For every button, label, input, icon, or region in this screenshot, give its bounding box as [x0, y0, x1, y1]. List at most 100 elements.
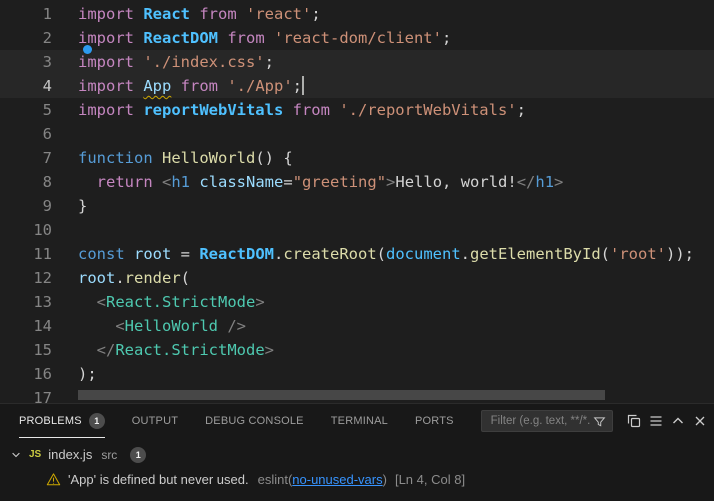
close-panel-icon[interactable]: [689, 410, 711, 432]
code-text: [52, 122, 78, 146]
problem-item-row[interactable]: 'App' is defined but never used. eslint(…: [0, 467, 714, 492]
code-line[interactable]: 16);: [0, 362, 714, 386]
code-line[interactable]: 6: [0, 122, 714, 146]
code-lines: 1import React from 'react';2import React…: [0, 2, 714, 403]
bottom-panel: PROBLEMS 1 OUTPUT DEBUG CONSOLE TERMINAL…: [0, 403, 714, 501]
problem-file-path: src: [101, 448, 117, 462]
line-number: 6: [0, 122, 52, 146]
code-text: import React from 'react';: [52, 2, 321, 26]
code-line[interactable]: 4import App from './App';: [0, 74, 714, 98]
code-token: './App': [227, 77, 292, 95]
code-line[interactable]: 11const root = ReactDOM.createRoot(docum…: [0, 242, 714, 266]
tab-terminal[interactable]: TERMINAL: [331, 404, 388, 438]
code-token: <: [97, 293, 106, 311]
problems-filter-box[interactable]: [481, 410, 613, 432]
code-token: createRoot: [283, 245, 376, 263]
code-token: [78, 293, 97, 311]
code-token: (: [181, 269, 190, 287]
code-token: .: [274, 245, 283, 263]
code-line[interactable]: 1import React from 'react';: [0, 2, 714, 26]
code-token: const: [78, 245, 134, 263]
code-token: [78, 173, 97, 191]
code-token: reportWebVitals: [143, 101, 292, 119]
line-number: 17: [0, 386, 52, 403]
line-number: 10: [0, 218, 52, 242]
code-token: from: [199, 5, 246, 23]
horizontal-scrollbar[interactable]: [78, 390, 605, 400]
code-line[interactable]: 5import reportWebVitals from './reportWe…: [0, 98, 714, 122]
line-number: 15: [0, 338, 52, 362]
tab-ports[interactable]: PORTS: [415, 404, 454, 438]
maximize-panel-icon[interactable]: [667, 410, 689, 432]
code-token: <: [162, 173, 171, 191]
problems-file-row[interactable]: JS index.js src 1: [0, 442, 714, 467]
code-token: ));: [666, 245, 694, 263]
code-line[interactable]: 15 </React.StrictMode>: [0, 338, 714, 362]
code-line[interactable]: 8 return <h1 className="greeting">Hello,…: [0, 170, 714, 194]
code-token: [78, 341, 97, 359]
code-token: className: [199, 173, 283, 191]
code-token: App: [143, 77, 171, 95]
code-token: import: [78, 53, 143, 71]
line-number: 12: [0, 266, 52, 290]
code-token: [190, 173, 199, 191]
code-token: h1: [535, 173, 554, 191]
code-line[interactable]: 9}: [0, 194, 714, 218]
line-number: 3: [0, 50, 52, 74]
line-number: 5: [0, 98, 52, 122]
problem-message: 'App' is defined but never used.: [68, 472, 249, 487]
code-token: () {: [255, 149, 292, 167]
collapse-all-icon[interactable]: [645, 410, 667, 432]
code-token: 'root': [610, 245, 666, 263]
code-token: ;: [311, 5, 320, 23]
code-text: </React.StrictMode>: [52, 338, 274, 362]
code-line[interactable]: 2import ReactDOM from 'react-dom/client'…: [0, 26, 714, 50]
code-token: root: [78, 269, 115, 287]
problem-source-prefix: eslint(: [258, 472, 293, 487]
javascript-file-icon: JS: [29, 449, 41, 460]
line-number: 16: [0, 362, 52, 386]
chevron-down-icon[interactable]: [8, 447, 24, 463]
code-token: </: [97, 341, 116, 359]
code-text: <React.StrictMode>: [52, 290, 265, 314]
code-line[interactable]: 7function HelloWorld() {: [0, 146, 714, 170]
code-token: ReactDOM: [199, 245, 274, 263]
code-token: './reportWebVitals': [339, 101, 516, 119]
code-editor[interactable]: 1import React from 'react';2import React…: [0, 0, 714, 403]
code-line[interactable]: 14 <HelloWorld />: [0, 314, 714, 338]
code-token: >: [265, 341, 274, 359]
code-token: document: [386, 245, 461, 263]
code-token: ;: [265, 53, 274, 71]
code-token: =: [181, 245, 200, 263]
code-token: ;: [293, 77, 302, 95]
code-token: }: [78, 197, 87, 215]
filter-input[interactable]: [489, 414, 592, 428]
file-problem-count-badge: 1: [130, 447, 146, 463]
panel-actions: [623, 410, 711, 432]
filter-icon[interactable]: [592, 413, 608, 429]
remote-cursor-dot-icon: [83, 45, 92, 54]
code-line[interactable]: 3 import './index.css';: [0, 50, 714, 74]
code-token: HelloWorld: [162, 149, 255, 167]
code-text: }: [52, 194, 87, 218]
code-token: />: [218, 317, 246, 335]
code-line[interactable]: 12root.render(: [0, 266, 714, 290]
problem-rule-link[interactable]: no-unused-vars: [292, 472, 382, 487]
line-number: 13: [0, 290, 52, 314]
code-token: getElementById: [470, 245, 601, 263]
code-text: import ReactDOM from 'react-dom/client';: [52, 26, 451, 50]
code-token: >: [554, 173, 563, 191]
code-token: <: [115, 317, 124, 335]
code-token: './index.css': [143, 53, 264, 71]
tab-debug-console[interactable]: DEBUG CONSOLE: [205, 404, 304, 438]
code-token: [171, 77, 180, 95]
code-token: import: [78, 5, 143, 23]
warning-icon: [46, 472, 61, 487]
code-line[interactable]: 13 <React.StrictMode>: [0, 290, 714, 314]
tab-output[interactable]: OUTPUT: [132, 404, 178, 438]
code-text: <HelloWorld />: [52, 314, 246, 338]
line-number: 14: [0, 314, 52, 338]
code-line[interactable]: 10: [0, 218, 714, 242]
view-as-table-icon[interactable]: [623, 410, 645, 432]
tab-problems[interactable]: PROBLEMS 1: [19, 404, 105, 438]
